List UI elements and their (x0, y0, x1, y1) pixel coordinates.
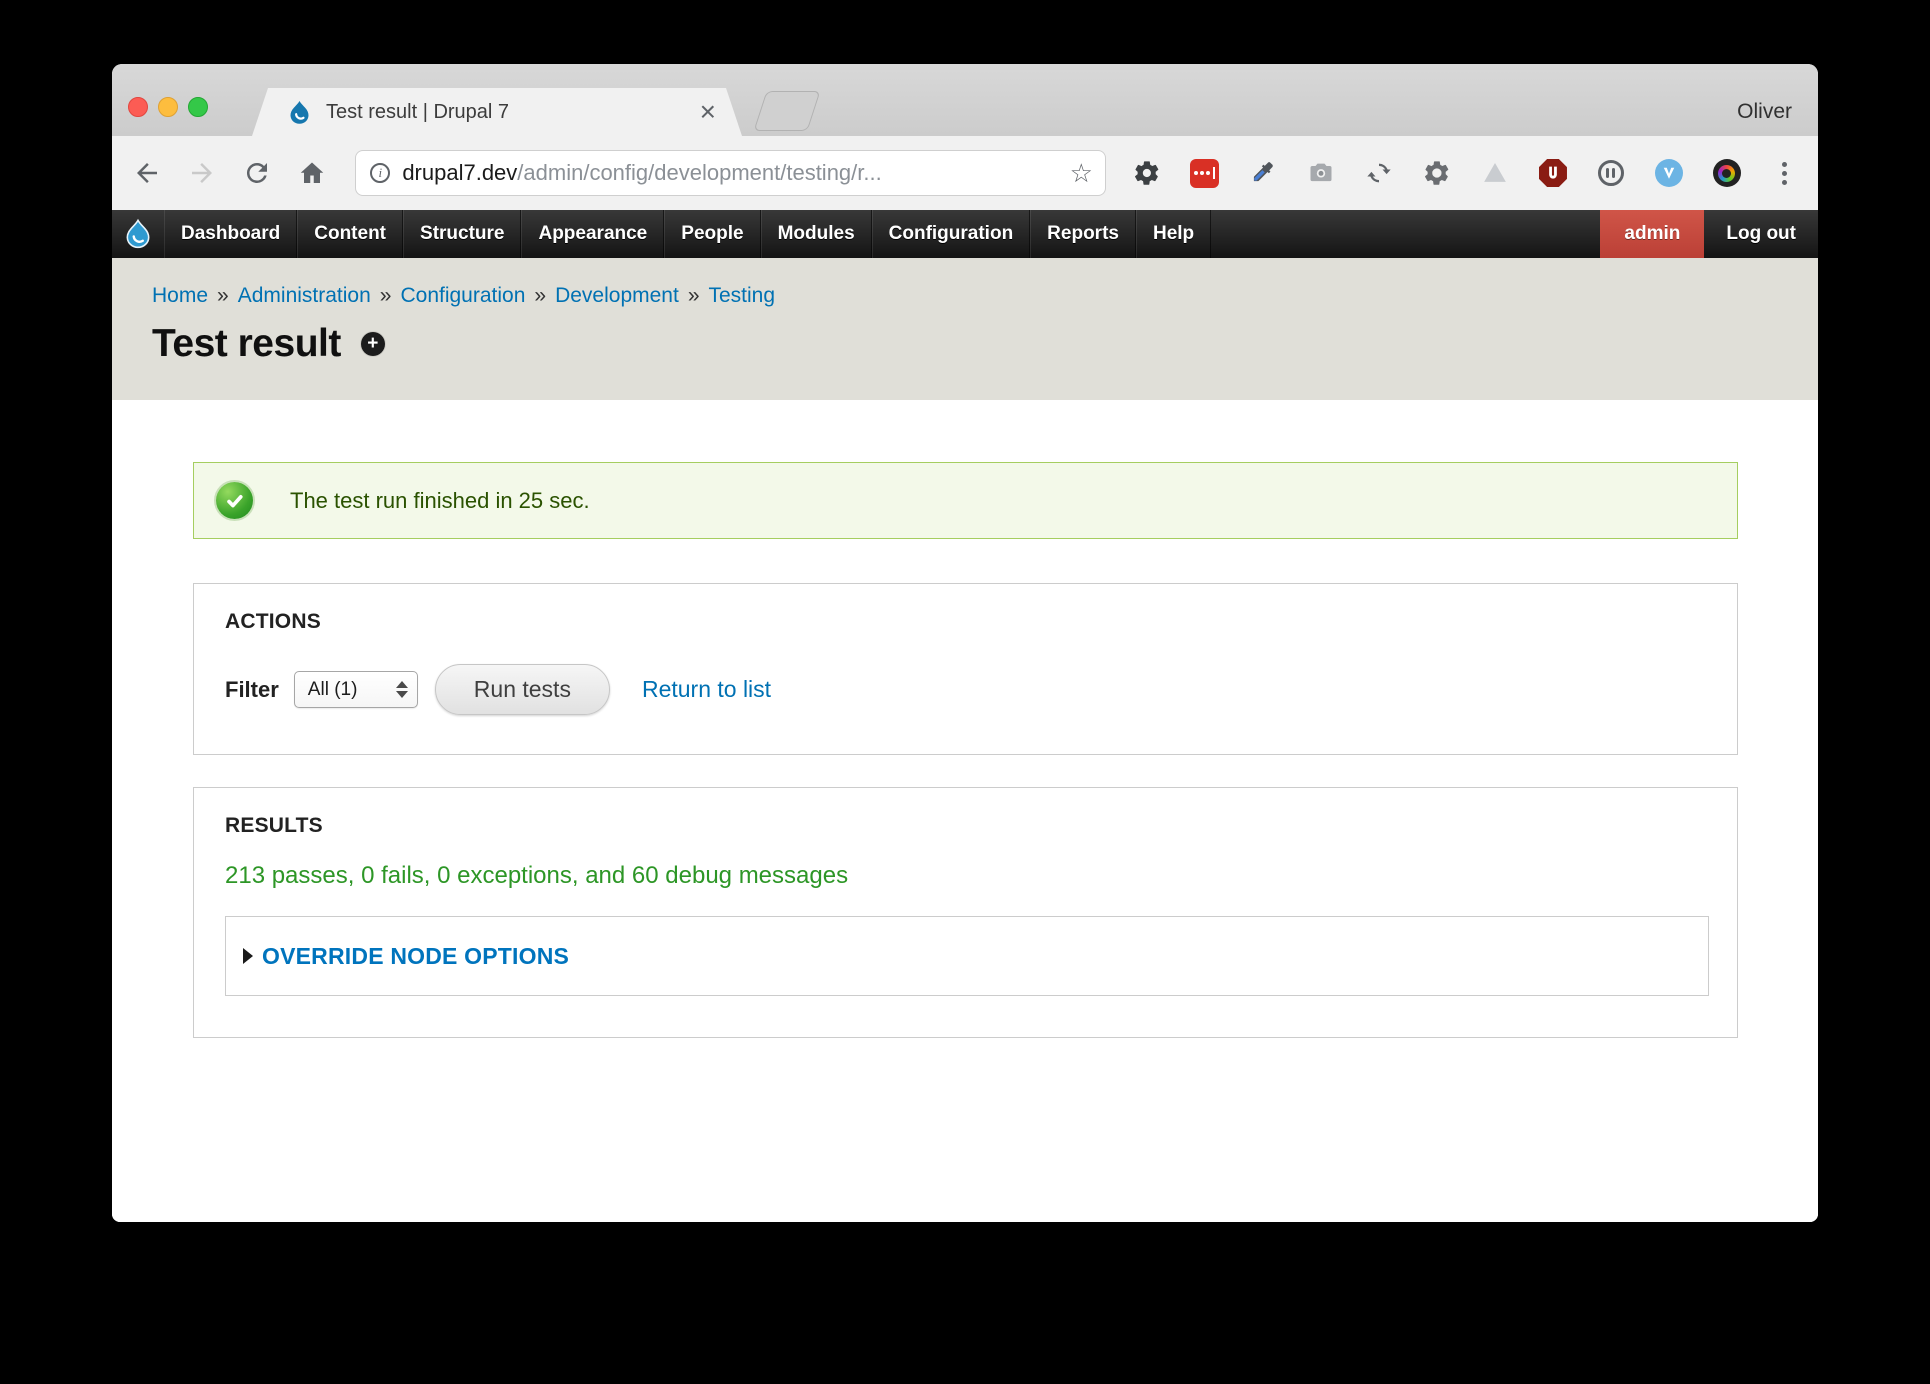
toolbar-logout-link[interactable]: Log out (1704, 210, 1818, 258)
url-text: drupal7.dev/admin/config/development/tes… (402, 160, 1061, 186)
reload-button[interactable] (230, 158, 285, 188)
forward-button[interactable] (175, 158, 230, 188)
success-check-icon (216, 482, 253, 519)
ublock-shield-icon[interactable] (1538, 158, 1568, 188)
zoom-window-button[interactable] (188, 97, 208, 117)
return-to-list-link[interactable]: Return to list (642, 676, 771, 703)
url-host: drupal7.dev (402, 160, 517, 185)
drupal-favicon (286, 99, 313, 126)
camera-icon[interactable] (1306, 158, 1336, 188)
breadcrumb-separator: » (534, 284, 546, 308)
breadcrumb-configuration[interactable]: Configuration (400, 284, 525, 308)
drupal-logo-icon[interactable] (112, 210, 164, 258)
close-window-button[interactable] (128, 97, 148, 117)
breadcrumb-home[interactable]: Home (152, 284, 208, 308)
tab-close-icon[interactable]: × (700, 98, 716, 126)
breadcrumb-development[interactable]: Development (555, 284, 679, 308)
breadcrumb-administration[interactable]: Administration (238, 284, 371, 308)
breadcrumb-testing[interactable]: Testing (709, 284, 776, 308)
drive-triangle-icon[interactable] (1480, 158, 1510, 188)
toolbar-item-help[interactable]: Help (1136, 210, 1211, 258)
select-stepper-icon (396, 681, 408, 698)
breadcrumb: Home » Administration » Configuration » … (152, 284, 1818, 308)
drupal-admin-toolbar: Dashboard Content Structure Appearance P… (112, 210, 1818, 258)
toolbar-item-content[interactable]: Content (297, 210, 403, 258)
browser-tab[interactable]: Test result | Drupal 7 × (252, 88, 742, 136)
back-arrow-icon (132, 158, 162, 188)
breadcrumb-separator: » (217, 284, 229, 308)
breadcrumb-separator: » (380, 284, 392, 308)
url-path: /admin/config/development/testing/r... (517, 160, 881, 185)
gear-icon[interactable] (1132, 158, 1162, 188)
results-fieldset: RESULTS 213 passes, 0 fails, 0 exception… (193, 787, 1738, 1038)
keyhole-circle-icon[interactable] (1596, 158, 1626, 188)
override-node-options-link[interactable]: OVERRIDE NODE OPTIONS (262, 943, 569, 970)
page-info-icon[interactable]: i (370, 163, 390, 183)
page-content: The test run finished in 25 sec. ACTIONS… (112, 400, 1818, 1222)
new-tab-button[interactable] (754, 91, 821, 131)
url-bar[interactable]: i drupal7.dev/admin/config/development/t… (355, 150, 1106, 196)
filter-label: Filter (225, 677, 279, 703)
toolbar-item-reports[interactable]: Reports (1030, 210, 1136, 258)
v-circle-icon[interactable] (1654, 158, 1684, 188)
tab-title: Test result | Drupal 7 (326, 101, 690, 124)
back-button[interactable] (120, 158, 175, 188)
extensions-area (1132, 158, 1800, 188)
toolbar-item-configuration[interactable]: Configuration (872, 210, 1031, 258)
camera-lens-icon[interactable] (1712, 158, 1742, 188)
desktop-background: Test result | Drupal 7 × Oliver i drupal (0, 0, 1930, 1384)
page-title: Test result (152, 322, 341, 366)
toolbar-item-modules[interactable]: Modules (761, 210, 872, 258)
override-node-options-section[interactable]: OVERRIDE NODE OPTIONS (225, 916, 1709, 996)
filter-select-value: All (1) (308, 679, 396, 701)
collapsed-arrow-icon (243, 948, 253, 964)
toolbar-user-admin[interactable]: admin (1600, 210, 1704, 258)
status-message: The test run finished in 25 sec. (193, 462, 1738, 539)
toolbar-item-structure[interactable]: Structure (403, 210, 521, 258)
eyedropper-icon[interactable] (1248, 158, 1278, 188)
run-tests-button[interactable]: Run tests (435, 664, 610, 715)
results-summary: 213 passes, 0 fails, 0 exceptions, and 6… (225, 862, 1709, 890)
browser-window: Test result | Drupal 7 × Oliver i drupal (112, 64, 1818, 1222)
page-header: Home » Administration » Configuration » … (112, 258, 1818, 400)
browser-titlebar: Test result | Drupal 7 × Oliver (112, 64, 1818, 136)
window-controls (128, 97, 208, 117)
actions-legend: ACTIONS (225, 610, 1709, 634)
actions-fieldset: ACTIONS Filter All (1) Run tests Return … (193, 583, 1738, 755)
cog-icon[interactable] (1422, 158, 1452, 188)
browser-navbar: i drupal7.dev/admin/config/development/t… (112, 136, 1818, 210)
filter-select[interactable]: All (1) (294, 671, 418, 708)
status-message-text: The test run finished in 25 sec. (290, 488, 590, 514)
home-icon (297, 158, 327, 188)
reload-icon (242, 158, 272, 188)
breadcrumb-separator: » (688, 284, 700, 308)
toolbar-item-people[interactable]: People (664, 210, 760, 258)
browser-menu-icon[interactable] (1770, 158, 1800, 188)
home-button[interactable] (284, 158, 339, 188)
forward-arrow-icon (187, 158, 217, 188)
results-legend: RESULTS (225, 814, 1709, 838)
browser-profile-name[interactable]: Oliver (1737, 100, 1792, 124)
bookmark-star-icon[interactable]: ☆ (1070, 160, 1093, 186)
lastpass-icon[interactable] (1190, 158, 1220, 188)
toolbar-item-appearance[interactable]: Appearance (521, 210, 664, 258)
sync-arrows-icon[interactable] (1364, 158, 1394, 188)
toolbar-item-dashboard[interactable]: Dashboard (164, 210, 297, 258)
add-shortcut-icon[interactable]: + (361, 332, 385, 356)
minimize-window-button[interactable] (158, 97, 178, 117)
